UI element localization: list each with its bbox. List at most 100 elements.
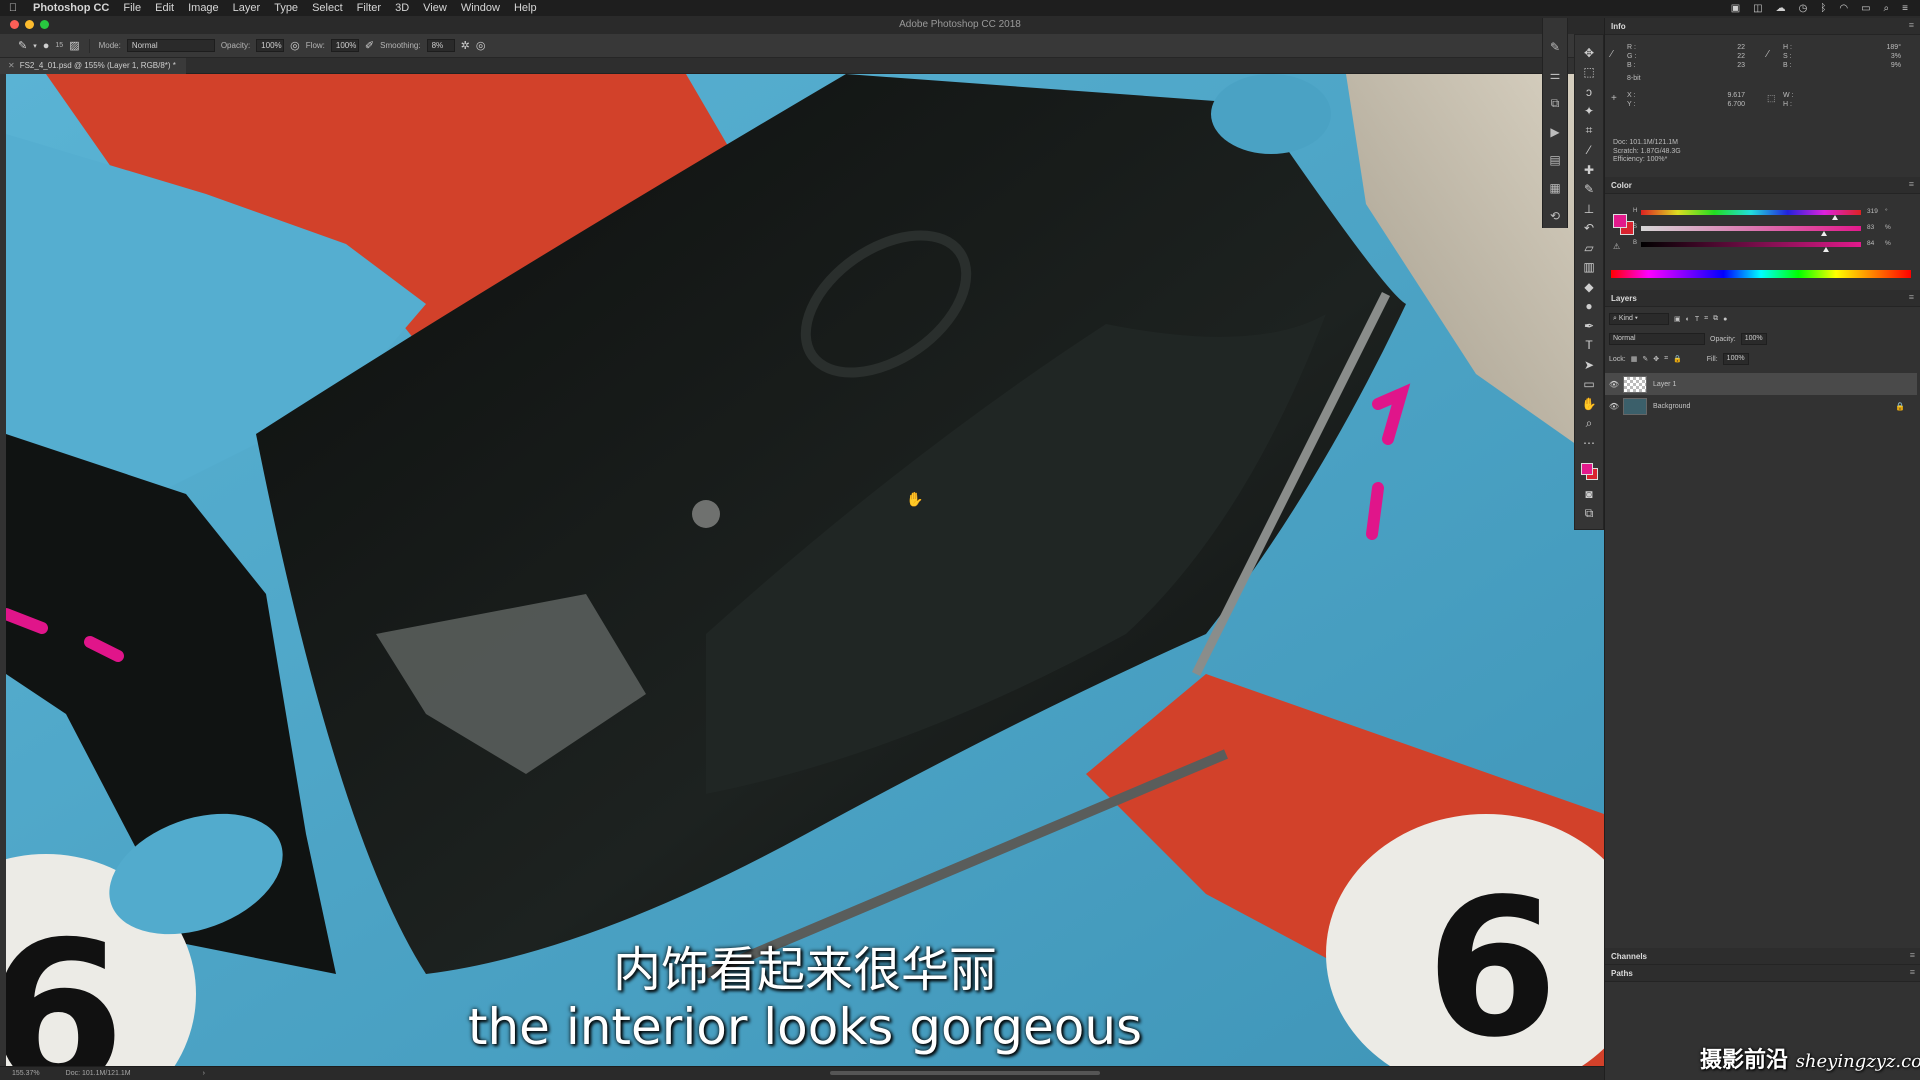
- document-tab[interactable]: ✕ FS2_4_01.psd @ 155% (Layer 1, RGB/8*) …: [0, 57, 186, 74]
- properties-icon[interactable]: ▤: [1549, 153, 1560, 167]
- layer-name[interactable]: Layer 1: [1653, 381, 1676, 388]
- menu-list-icon[interactable]: ≡: [1902, 3, 1908, 14]
- menu-select[interactable]: Select: [305, 2, 350, 14]
- saturation-value[interactable]: 83: [1867, 224, 1874, 231]
- visibility-eye-icon[interactable]: 👁: [1605, 380, 1623, 389]
- fill-field[interactable]: 100%: [1722, 353, 1749, 365]
- layer-row-layer1[interactable]: 👁 Layer 1: [1605, 373, 1917, 395]
- color-spectrum-bar[interactable]: [1611, 270, 1911, 278]
- eraser-tool-icon[interactable]: ▱: [1577, 238, 1601, 258]
- display-icon[interactable]: ◫: [1753, 3, 1762, 14]
- quick-mask-icon[interactable]: ◙: [1577, 485, 1601, 505]
- menu-help[interactable]: Help: [507, 2, 544, 14]
- brush-settings-panel-icon[interactable]: ▨: [69, 39, 79, 52]
- blur-tool-icon[interactable]: ◆: [1577, 277, 1601, 297]
- menu-window[interactable]: Window: [454, 2, 507, 14]
- panel-menu-icon[interactable]: ≡: [1909, 20, 1914, 30]
- hue-track[interactable]: [1641, 210, 1861, 215]
- layers-panel-title[interactable]: Layers ≡: [1605, 290, 1920, 307]
- lock-pixels-icon[interactable]: ✎: [1642, 355, 1648, 363]
- clone-source-icon[interactable]: ⧉: [1551, 96, 1560, 111]
- blend-mode-select[interactable]: Normal: [1609, 333, 1705, 345]
- adjustments-icon[interactable]: ⚌: [1550, 68, 1561, 82]
- saturation-slider[interactable]: S 83 %: [1633, 224, 1891, 236]
- lock-icon[interactable]: 🔒: [1895, 402, 1905, 411]
- clock-icon[interactable]: ◷: [1799, 3, 1808, 14]
- gear-icon[interactable]: ✲: [461, 39, 470, 52]
- opacity-field[interactable]: 100%: [256, 39, 285, 52]
- menu-edit[interactable]: Edit: [148, 2, 181, 14]
- color-swatches[interactable]: [1577, 457, 1601, 485]
- menu-app[interactable]: Photoshop CC: [26, 2, 116, 14]
- brush-tool-icon[interactable]: ✎: [1577, 180, 1601, 200]
- panel-menu-icon[interactable]: ≡: [1910, 967, 1915, 977]
- healing-brush-tool-icon[interactable]: ✚: [1577, 160, 1601, 180]
- panel-menu-icon[interactable]: ≡: [1909, 179, 1914, 189]
- lock-transparency-icon[interactable]: ▦: [1631, 355, 1638, 363]
- zoom-tool-icon[interactable]: ⌕: [1577, 414, 1601, 434]
- pen-tool-icon[interactable]: ✒: [1577, 316, 1601, 336]
- history-icon[interactable]: ⟲: [1550, 209, 1560, 223]
- brightness-slider[interactable]: B 84 %: [1633, 240, 1891, 252]
- cloud-icon[interactable]: ☁: [1776, 3, 1786, 14]
- layer-filter-kind[interactable]: ⌕ Kind ▾: [1609, 313, 1669, 325]
- more-tools-icon[interactable]: ⋯: [1577, 433, 1601, 453]
- apple-icon[interactable]: : [0, 2, 26, 14]
- history-brush-tool-icon[interactable]: ↶: [1577, 219, 1601, 239]
- screen-mode-icon[interactable]: ⧉: [1577, 504, 1601, 524]
- paths-panel-title[interactable]: Paths ≡: [1605, 965, 1920, 982]
- brightness-thumb[interactable]: [1822, 247, 1829, 252]
- color-panel-title[interactable]: Color ≡: [1605, 177, 1920, 194]
- menu-type[interactable]: Type: [267, 2, 305, 14]
- move-tool-icon[interactable]: ✥: [1577, 43, 1601, 63]
- zoom-level[interactable]: 155.37%: [12, 1070, 40, 1077]
- actions-play-icon[interactable]: ▶: [1550, 125, 1559, 139]
- lock-artboard-icon[interactable]: ⌗: [1664, 355, 1668, 363]
- menu-view[interactable]: View: [416, 2, 454, 14]
- color-panel-foreground-swatch[interactable]: [1613, 214, 1627, 228]
- flow-field[interactable]: 100%: [330, 39, 359, 52]
- bluetooth-icon[interactable]: ᛒ: [1820, 3, 1826, 14]
- airplay-icon[interactable]: ▭: [1861, 3, 1870, 14]
- filter-type-icon[interactable]: T: [1695, 316, 1699, 323]
- visibility-eye-icon[interactable]: 👁: [1605, 402, 1623, 411]
- brush-preset-picker[interactable]: ●: [43, 40, 50, 52]
- hue-slider[interactable]: H 319 °: [1633, 208, 1891, 220]
- lock-all-icon[interactable]: 🔒: [1673, 355, 1682, 363]
- close-icon[interactable]: ✕: [8, 58, 15, 74]
- hue-thumb[interactable]: [1831, 215, 1838, 220]
- lock-position-icon[interactable]: ✥: [1653, 355, 1659, 363]
- menu-image[interactable]: Image: [181, 2, 226, 14]
- layer-name[interactable]: Background: [1653, 403, 1690, 410]
- filter-adjustment-icon[interactable]: ◐: [1686, 316, 1690, 323]
- path-selection-tool-icon[interactable]: ➤: [1577, 355, 1601, 375]
- spotlight-search-icon[interactable]: ⌕: [1884, 3, 1890, 14]
- layer-row-background[interactable]: 👁 Background 🔒: [1605, 395, 1917, 417]
- crop-tool-icon[interactable]: ⌗: [1577, 121, 1601, 141]
- type-tool-icon[interactable]: T: [1577, 336, 1601, 356]
- filter-pixel-icon[interactable]: ▣: [1674, 315, 1681, 323]
- menu-layer[interactable]: Layer: [226, 2, 268, 14]
- wifi-icon[interactable]: ◠: [1839, 3, 1848, 14]
- menu-filter[interactable]: Filter: [350, 2, 388, 14]
- channels-panel-title[interactable]: Channels ≡: [1605, 948, 1920, 965]
- mode-select[interactable]: Normal: [126, 39, 215, 52]
- brightness-value[interactable]: 84: [1867, 240, 1874, 247]
- rectangle-tool-icon[interactable]: ▭: [1577, 375, 1601, 395]
- quick-select-tool-icon[interactable]: ✦: [1577, 102, 1601, 122]
- document-canvas[interactable]: 6 6 ✋: [6, 74, 1604, 1066]
- brush-settings-icon[interactable]: ✎: [1550, 40, 1560, 54]
- airbrush-icon[interactable]: ✐: [365, 39, 374, 52]
- saturation-thumb[interactable]: [1820, 231, 1827, 236]
- brush-tool-icon[interactable]: ✎: [18, 39, 27, 52]
- hand-tool-icon[interactable]: ✋: [1577, 394, 1601, 414]
- menu-file[interactable]: File: [116, 2, 148, 14]
- saturation-track[interactable]: [1641, 226, 1861, 231]
- swatches-icon[interactable]: ▦: [1549, 181, 1560, 195]
- dodge-tool-icon[interactable]: ●: [1577, 297, 1601, 317]
- marquee-tool-icon[interactable]: ⬚: [1577, 63, 1601, 83]
- chevron-down-icon[interactable]: ▾: [33, 42, 37, 50]
- pressure-size-icon[interactable]: ◎: [476, 39, 486, 52]
- eyedropper-tool-icon[interactable]: ⁄: [1577, 141, 1601, 161]
- clone-stamp-tool-icon[interactable]: ⊥: [1577, 199, 1601, 219]
